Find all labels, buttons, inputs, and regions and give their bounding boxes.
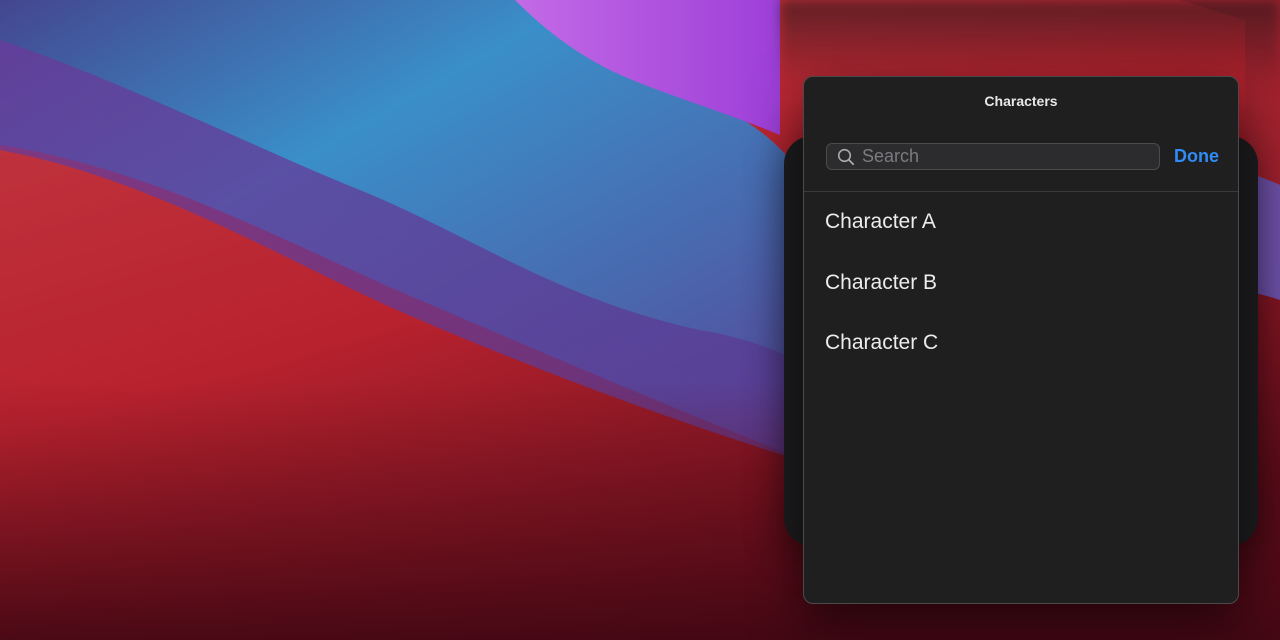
search-field[interactable]: [826, 143, 1160, 170]
list-item-character-a[interactable]: Character A: [804, 192, 1238, 253]
characters-sheet: Characters Done Character A Character B …: [803, 76, 1239, 604]
sheet-title: Characters: [984, 93, 1058, 109]
list-item-character-b[interactable]: Character B: [804, 253, 1238, 314]
search-input[interactable]: [862, 144, 1159, 169]
desktop: Characters Done Character A Character B …: [0, 0, 1280, 640]
character-list: Character A Character B Character C: [804, 192, 1238, 374]
search-icon: [836, 147, 856, 167]
list-item-character-c[interactable]: Character C: [804, 313, 1238, 374]
done-button[interactable]: Done: [1170, 143, 1223, 170]
